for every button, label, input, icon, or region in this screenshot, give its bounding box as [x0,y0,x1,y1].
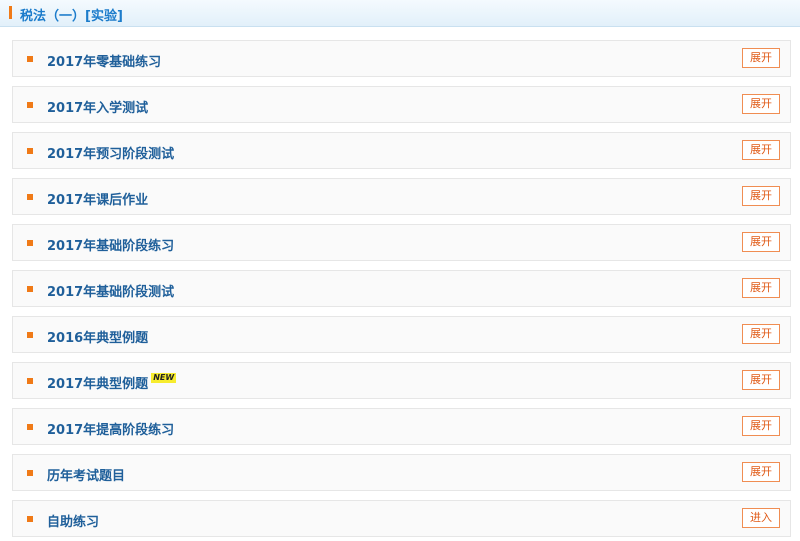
bullet-icon [27,240,33,246]
list-item: 历年考试题目 展开 [12,454,791,491]
list-item-label[interactable]: 2017年提高阶段练习 [47,419,174,438]
section-header: 税法（一）[实验] [0,0,800,27]
expand-button[interactable]: 展开 [742,186,780,206]
list-item: 自助练习 进入 [12,500,791,537]
list-item-label[interactable]: 2017年基础阶段练习 [47,235,174,254]
expand-button[interactable]: 展开 [742,462,780,482]
list-item: 2017年预习阶段测试 展开 [12,132,791,169]
expand-button[interactable]: 展开 [742,324,780,344]
page-title: 税法（一）[实验] [20,9,123,24]
bullet-icon [27,194,33,200]
expand-button[interactable]: 展开 [742,370,780,390]
list-item-label[interactable]: 2017年课后作业 [47,189,148,208]
expand-button[interactable]: 展开 [742,278,780,298]
bullet-icon [27,148,33,154]
list-item-label[interactable]: 2017年预习阶段测试 [47,143,174,162]
list-item-label[interactable]: 历年考试题目 [47,465,125,484]
bullet-icon [27,56,33,62]
enter-button[interactable]: 进入 [742,508,780,528]
bullet-icon [27,424,33,430]
list-item: 2017年入学测试 展开 [12,86,791,123]
list-item-label[interactable]: 2017年基础阶段测试 [47,281,174,300]
list-item: 2016年典型例题 展开 [12,316,791,353]
list-item: 2017年课后作业 展开 [12,178,791,215]
list-item: 2017年基础阶段练习 展开 [12,224,791,261]
list-item: 2017年基础阶段测试 展开 [12,270,791,307]
list-item-label[interactable]: 2017年零基础练习 [47,51,161,70]
list-item: 2017年零基础练习 展开 [12,40,791,77]
list-item-label[interactable]: 2017年入学测试 [47,97,148,116]
list-item-label[interactable]: 2016年典型例题 [47,327,148,346]
bullet-icon [27,378,33,384]
header-accent-bar [9,6,12,19]
new-badge: NEW [151,373,177,383]
expand-button[interactable]: 展开 [742,94,780,114]
expand-button[interactable]: 展开 [742,48,780,68]
bullet-icon [27,286,33,292]
list-item-label[interactable]: 2017年典型例题 NEW [47,373,177,392]
bullet-icon [27,102,33,108]
list-item: 2017年典型例题 NEW 展开 [12,362,791,399]
bullet-icon [27,470,33,476]
expand-button[interactable]: 展开 [742,140,780,160]
bullet-icon [27,332,33,338]
bullet-icon [27,516,33,522]
list-item-label[interactable]: 自助练习 [47,511,99,530]
expand-button[interactable]: 展开 [742,232,780,252]
expand-button[interactable]: 展开 [742,416,780,436]
list-item: 2017年提高阶段练习 展开 [12,408,791,445]
list-item-text: 2017年典型例题 [47,377,149,392]
